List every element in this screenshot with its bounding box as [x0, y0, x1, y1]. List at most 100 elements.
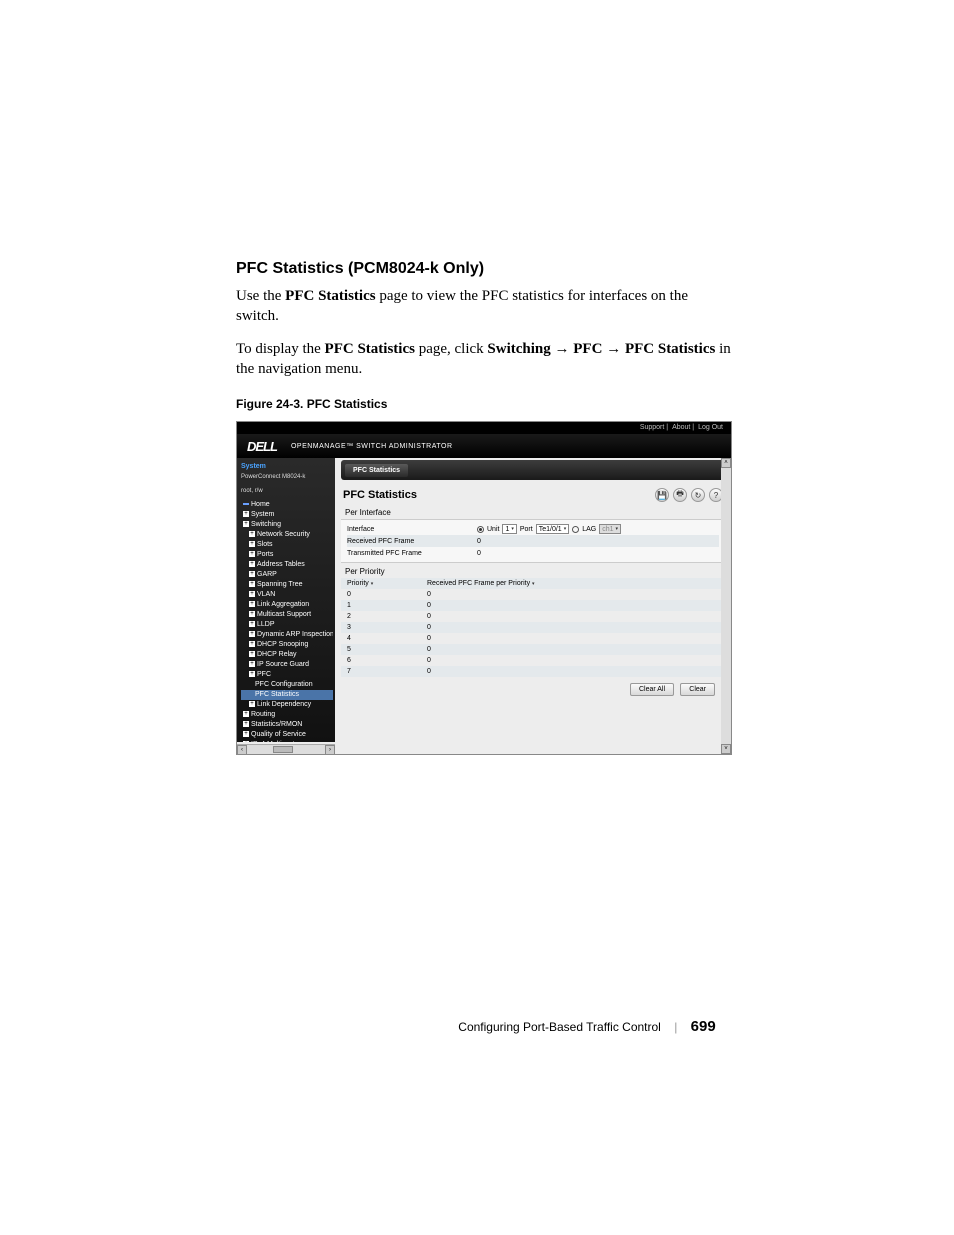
sidebar-item[interactable]: PFC Configuration	[241, 680, 333, 690]
expand-icon[interactable]: +	[243, 521, 249, 527]
sort-icon[interactable]: ▾	[371, 581, 374, 587]
unit-select[interactable]: 1▾	[502, 524, 516, 534]
sidebar-item[interactable]: +IP Source Guard	[241, 660, 333, 670]
print-icon[interactable]: 🖶	[673, 488, 687, 502]
scroll-up-icon[interactable]: ˄	[721, 458, 731, 468]
util-links: Support | About | Log Out	[237, 422, 731, 434]
scroll-left-icon[interactable]: ‹	[237, 745, 247, 755]
scroll-down-icon[interactable]: ˅	[721, 744, 731, 754]
cell-received: 0	[427, 602, 719, 609]
sidebar-item-label: Network Security	[257, 531, 310, 538]
expand-icon[interactable]: +	[249, 701, 255, 707]
expand-icon[interactable]: +	[243, 511, 249, 517]
expand-icon[interactable]: +	[243, 731, 249, 737]
scroll-right-icon[interactable]: ›	[325, 745, 335, 755]
tab-pfc-statistics[interactable]: PFC Statistics	[345, 464, 408, 477]
sidebar-item[interactable]: +VLAN	[241, 590, 333, 600]
clear-all-button[interactable]: Clear All	[630, 683, 674, 696]
expand-icon[interactable]: +	[249, 621, 255, 627]
col-received[interactable]: Received PFC Frame per Priority	[427, 580, 530, 587]
sidebar-item[interactable]: +Statistics/RMON	[241, 720, 333, 730]
expand-icon[interactable]: +	[243, 721, 249, 727]
navigation-tree[interactable]: System PowerConnect M8024-k root, r/w Ho…	[237, 458, 335, 742]
sidebar-item[interactable]: +DHCP Relay	[241, 650, 333, 660]
port-select[interactable]: Te1/0/1▾	[536, 524, 569, 534]
priority-table-header: Priority ▾ Received PFC Frame per Priori…	[341, 578, 725, 589]
sidebar-item[interactable]: PFC Statistics	[241, 690, 333, 700]
sidebar-item-label: PFC Statistics	[255, 691, 299, 698]
sidebar-item-label: Multicast Support	[257, 611, 311, 618]
clear-button[interactable]: Clear	[680, 683, 715, 696]
expand-icon[interactable]: +	[249, 611, 255, 617]
sidebar-item[interactable]: +Dynamic ARP Inspection	[241, 630, 333, 640]
sidebar-item[interactable]: +Spanning Tree	[241, 580, 333, 590]
about-link[interactable]: About	[672, 424, 690, 431]
sidebar-item-label: Home	[251, 501, 270, 508]
arrow: →	[602, 341, 625, 357]
sort-icon[interactable]: ▾	[532, 581, 535, 587]
expand-icon[interactable]: +	[249, 661, 255, 667]
footer-divider: |	[674, 1020, 677, 1034]
port-label: Port	[520, 526, 533, 533]
sidebar-item[interactable]: +LLDP	[241, 620, 333, 630]
expand-icon[interactable]: +	[249, 651, 255, 657]
sidebar-item[interactable]: +GARP	[241, 570, 333, 580]
expand-icon[interactable]: +	[249, 561, 255, 567]
sidebar-item[interactable]: +IPv4 Multicast	[241, 740, 333, 742]
sidebar-item[interactable]: Home	[241, 500, 333, 510]
expand-icon[interactable]: +	[249, 571, 255, 577]
expand-icon[interactable]: +	[249, 551, 255, 557]
vertical-scrollbar[interactable]: ˄ ˅	[721, 458, 731, 754]
table-row: 30	[341, 622, 725, 633]
sidebar-item[interactable]: +Address Tables	[241, 560, 333, 570]
sidebar-item[interactable]: +Slots	[241, 540, 333, 550]
sidebar-item[interactable]: +Network Security	[241, 530, 333, 540]
cell-received: 0	[427, 668, 719, 675]
sidebar-item[interactable]: +Link Aggregation	[241, 600, 333, 610]
expand-icon[interactable]: +	[249, 671, 255, 677]
sidebar-item-label: DHCP Snooping	[257, 641, 308, 648]
expand-icon[interactable]: +	[249, 591, 255, 597]
sidebar-item[interactable]: +Routing	[241, 710, 333, 720]
col-priority[interactable]: Priority	[347, 580, 369, 587]
sidebar-item-label: Statistics/RMON	[251, 721, 302, 728]
table-row: 00	[341, 589, 725, 600]
sidebar-item[interactable]: +PFC	[241, 670, 333, 680]
sidebar-item[interactable]: +System	[241, 510, 333, 520]
expand-icon[interactable]: +	[249, 631, 255, 637]
expand-icon[interactable]: +	[249, 531, 255, 537]
sidebar-item[interactable]: +Ports	[241, 550, 333, 560]
sidebar-item-label: Slots	[257, 541, 273, 548]
sidebar-item[interactable]: +Quality of Service	[241, 730, 333, 740]
cell-received: 0	[427, 591, 719, 598]
expand-icon[interactable]: +	[249, 641, 255, 647]
per-interface-panel: Interface Unit 1▾ Port Te1/0/1▾ LAG ch1▾	[341, 519, 725, 563]
refresh-icon[interactable]: ↻	[691, 488, 705, 502]
footer-page-number: 699	[691, 1018, 716, 1035]
expand-icon[interactable]: +	[243, 711, 249, 717]
logout-link[interactable]: Log Out	[698, 424, 723, 431]
expand-icon[interactable]: +	[249, 581, 255, 587]
scroll-thumb[interactable]	[273, 746, 293, 753]
cell-priority: 1	[347, 602, 427, 609]
sidebar-user: root, r/w	[241, 486, 333, 496]
expand-icon[interactable]: +	[249, 541, 255, 547]
text-bold: PFC	[573, 341, 602, 357]
expand-icon[interactable]: +	[249, 601, 255, 607]
save-icon[interactable]: 💾	[655, 488, 669, 502]
sidebar-item[interactable]: +Switching	[241, 520, 333, 530]
expand-icon[interactable]: +	[243, 741, 249, 742]
sidebar-item-label: Switching	[251, 521, 281, 528]
cell-received: 0	[427, 624, 719, 631]
unit-radio[interactable]	[477, 526, 484, 533]
sidebar-item[interactable]: +Link Dependency	[241, 700, 333, 710]
page-footer: Configuring Port-Based Traffic Control |…	[0, 1018, 954, 1035]
sidebar-item[interactable]: +DHCP Snooping	[241, 640, 333, 650]
cell-received: 0	[427, 613, 719, 620]
page-title: PFC Statistics	[343, 489, 417, 501]
support-link[interactable]: Support	[640, 424, 665, 431]
sidebar-item[interactable]: +Multicast Support	[241, 610, 333, 620]
cell-priority: 2	[347, 613, 427, 620]
horizontal-scrollbar[interactable]: ‹ ›	[237, 744, 335, 754]
lag-radio[interactable]	[572, 526, 579, 533]
